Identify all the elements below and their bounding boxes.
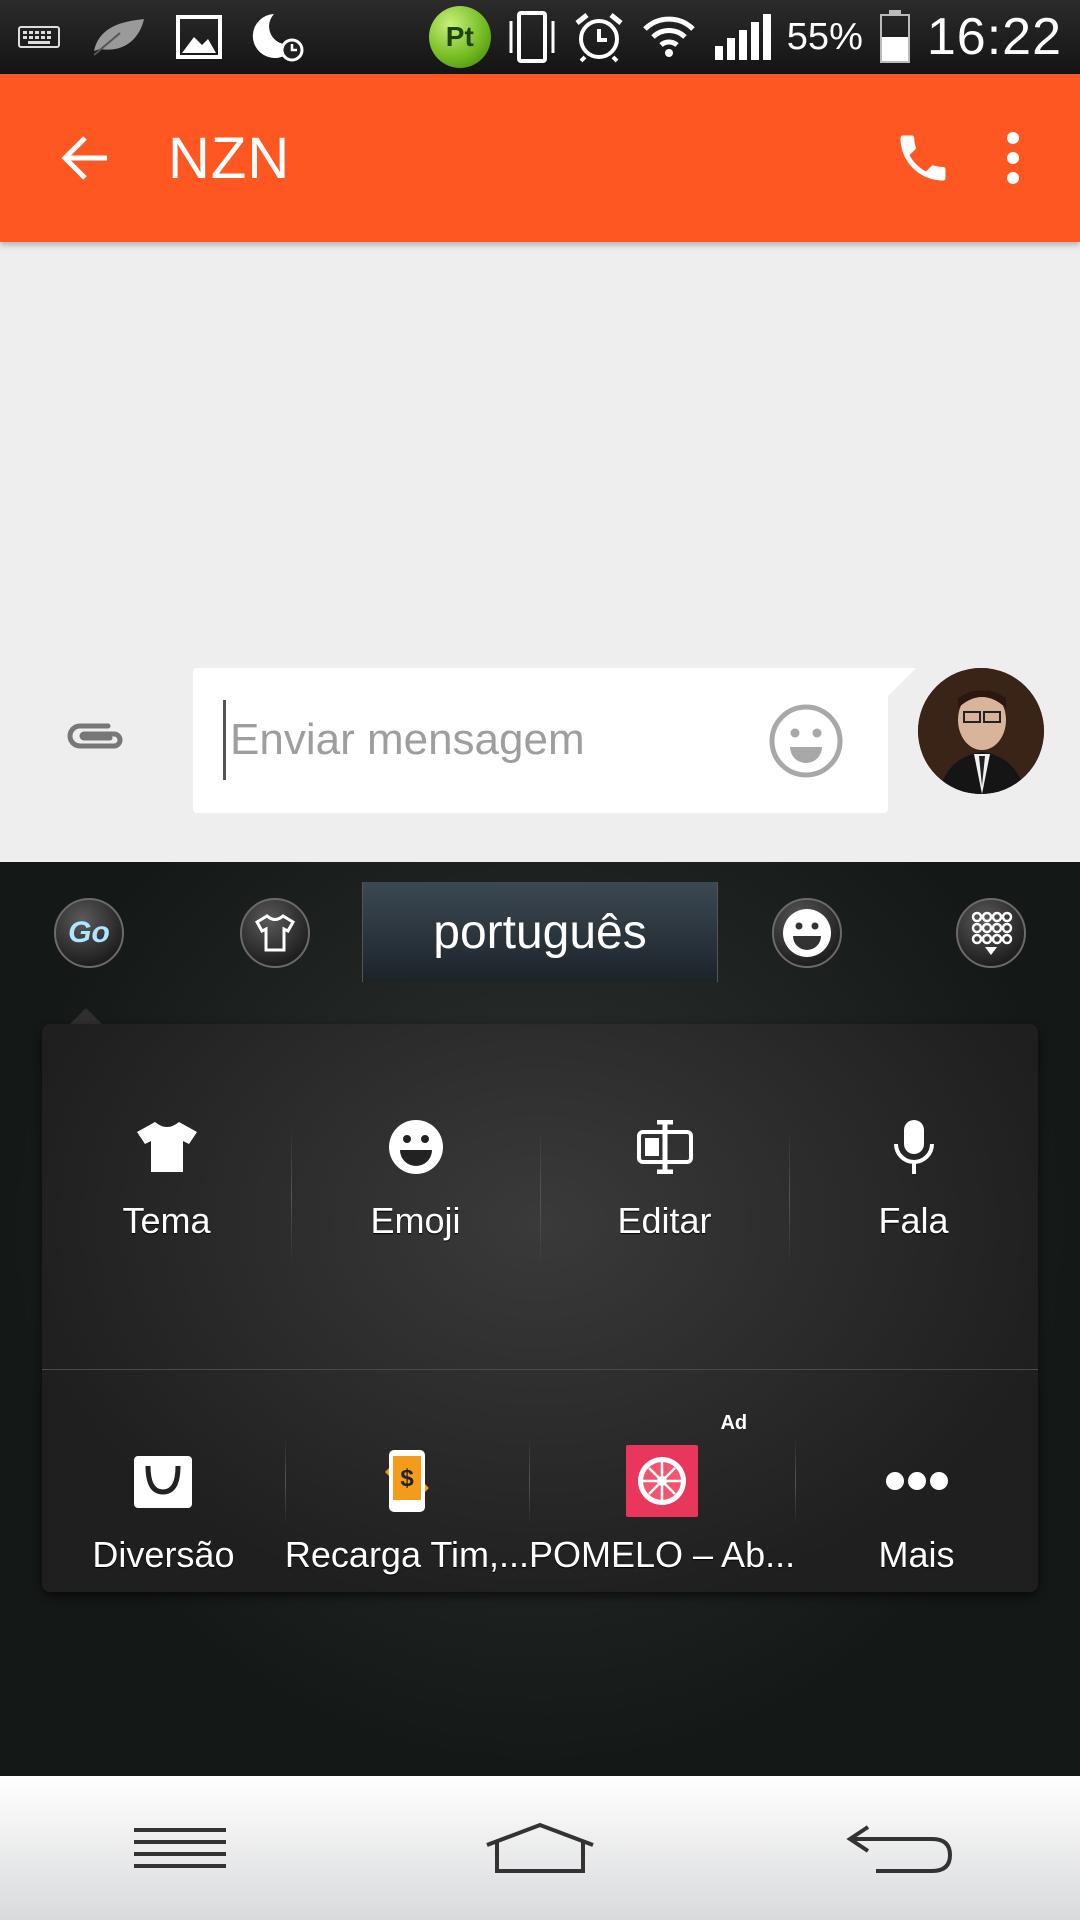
emoji-shortcut-icon[interactable] [772,898,842,968]
menu-item-label: Mais [878,1534,955,1575]
message-input[interactable] [223,700,743,780]
battery-icon [879,10,911,64]
more-dots-icon [885,1446,949,1516]
shopping-bag-icon [132,1446,194,1516]
tshirt-icon [135,1112,199,1182]
menu-item-recarga[interactable]: $ Recarga Tim,... [284,1370,529,1592]
menu-item-label: POMELO – Ab... [528,1534,796,1575]
alarm-icon [573,11,625,63]
pt-badge: Pt [428,6,491,68]
ad-badge: Ad [720,1412,748,1434]
wifi-icon [641,15,697,59]
menu-item-diversao[interactable]: Diversão [42,1370,285,1592]
compose-tail [880,668,916,704]
menu-icon[interactable] [110,1798,250,1898]
clock: 16:22 [926,8,1062,66]
menu-item-label: Tema [122,1199,211,1241]
menu-item-label: Fala [878,1199,949,1241]
image-icon [176,15,222,59]
menu-row-1: Tema Emoji Editar Fala [42,1024,1038,1370]
phone-icon[interactable] [878,103,968,213]
status-bar: Pt 55% 16:22 [0,0,1080,74]
menu-item-fala[interactable]: Fala [789,1024,1038,1369]
menu-row-2: Diversão $ Recarga Tim,... Ad POMELO – A… [42,1370,1038,1592]
language-label: português [433,905,647,959]
emoji-icon[interactable] [768,703,844,779]
menu-item-mais[interactable]: Mais [795,1370,1038,1592]
keyboard-icon [18,25,60,49]
keyboard-menu-panel: Tema Emoji Editar Fala Diversão $ Recarg… [42,1024,1038,1592]
keypad-grid-icon[interactable] [956,898,1026,968]
app-bar: NZN [0,74,1080,242]
back-arrow-icon[interactable] [40,113,130,203]
language-selector[interactable]: português [362,882,718,982]
menu-item-tema[interactable]: Tema [42,1024,291,1369]
signal-icon [713,12,771,62]
recharge-phone-icon: $ [383,1446,431,1516]
panel-notch [70,1008,102,1024]
navigation-bar [0,1776,1080,1920]
back-icon[interactable] [830,1798,970,1898]
battery-percent: 55% [786,15,863,58]
go-label: Go [68,916,110,949]
menu-item-editar[interactable]: Editar [540,1024,789,1369]
emoji-icon [387,1112,445,1182]
menu-item-emoji[interactable]: Emoji [291,1024,540,1369]
conversation-title: NZN [168,125,291,191]
menu-item-pomelo[interactable]: Ad POMELO – Ab... [528,1370,796,1592]
vibrate-icon [507,9,557,65]
avatar[interactable] [918,668,1044,794]
microphone-icon [890,1112,938,1182]
keyboard-panel: Go português Tema Emoji Editar Fala Dive… [0,862,1080,1776]
svg-text:$: $ [400,1465,414,1492]
home-icon[interactable] [470,1798,610,1898]
menu-item-label: Emoji [370,1199,461,1241]
pomelo-icon [626,1445,699,1517]
menu-item-label: Recarga Tim,... [284,1534,529,1575]
keyboard-toolbar: Go português [0,862,1080,1002]
menu-item-label: Diversão [92,1534,235,1575]
go-keyboard-button[interactable]: Go [54,898,124,968]
moon-clock-icon [252,12,304,62]
overflow-menu-icon[interactable] [968,103,1058,213]
menu-item-label: Editar [617,1199,712,1241]
edit-cursor-icon [635,1112,695,1182]
theme-shortcut-icon[interactable] [240,898,310,968]
compose-box [193,668,888,813]
attach-icon[interactable] [60,700,132,772]
leaf-icon [90,17,146,57]
